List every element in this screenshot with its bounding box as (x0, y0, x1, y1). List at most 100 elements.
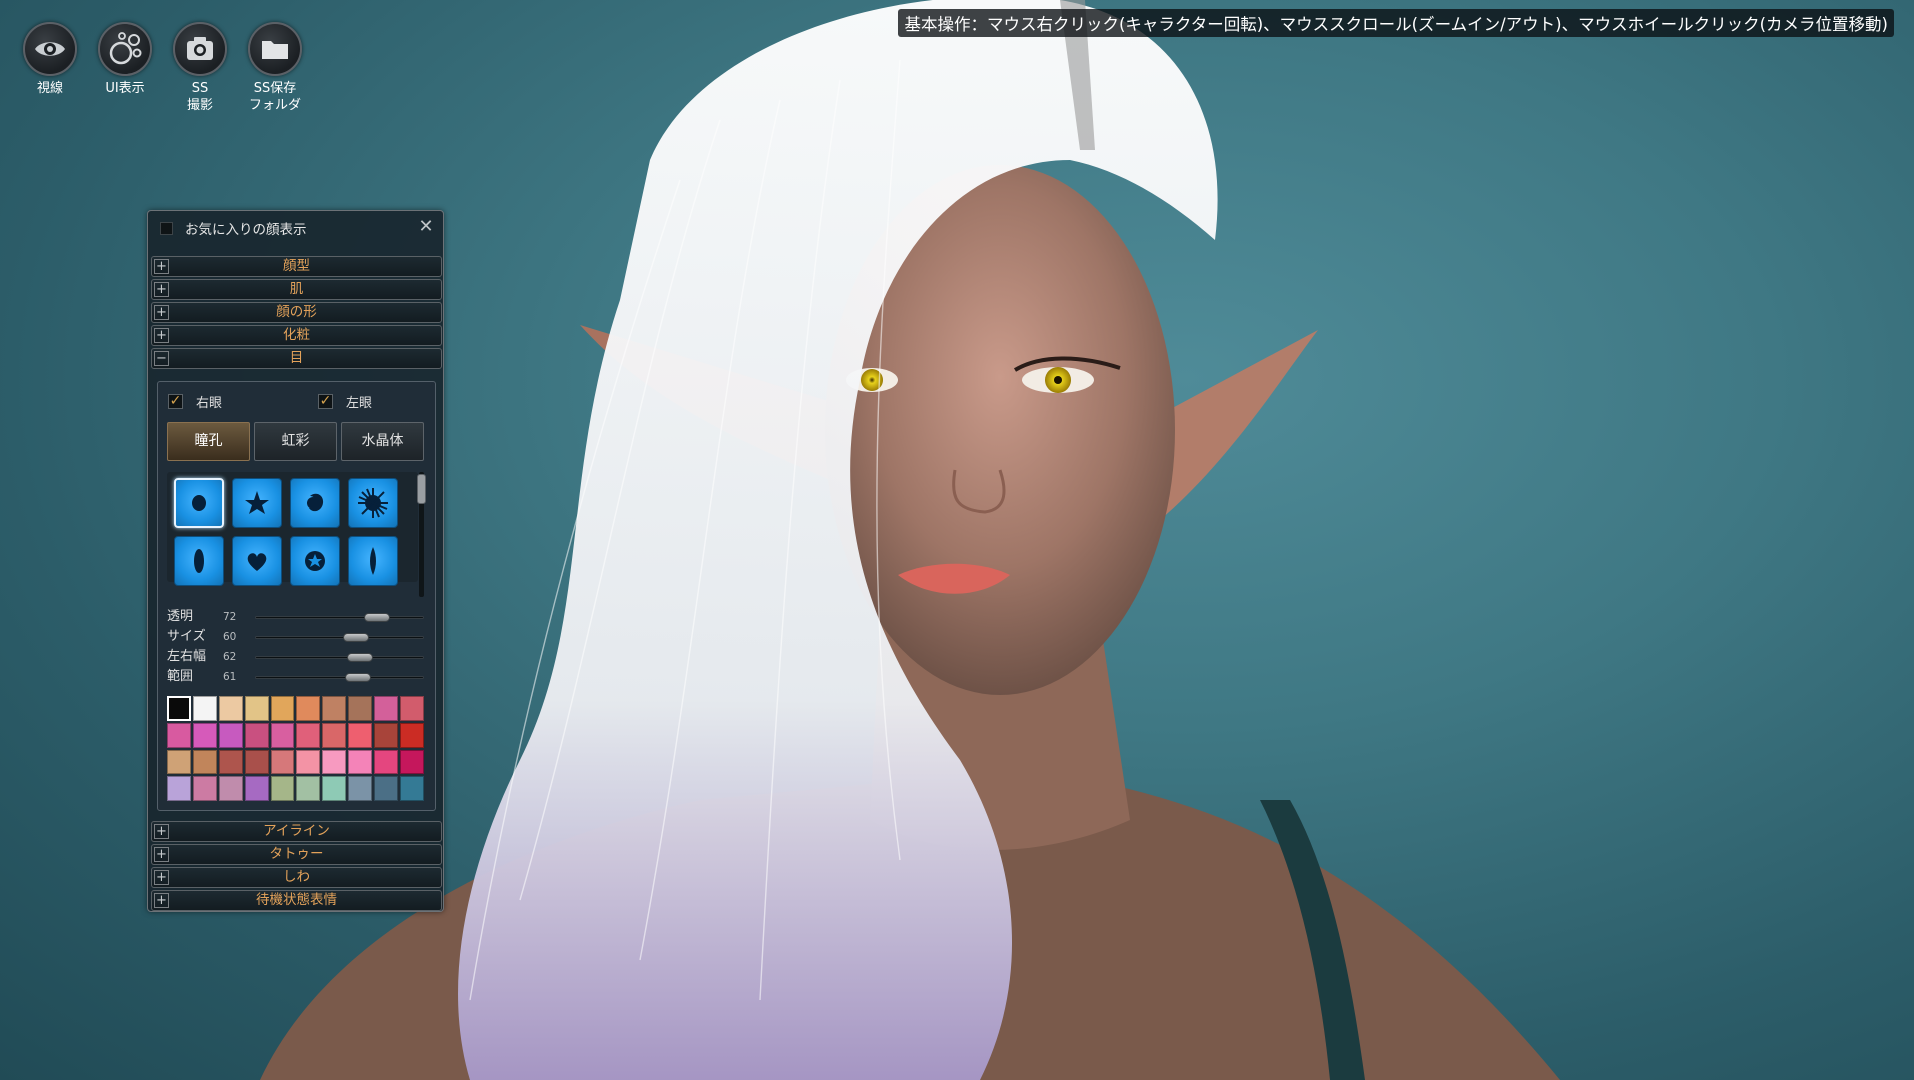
crescent-pupil-icon (307, 493, 324, 512)
section-label: 顔型 (283, 258, 310, 274)
color-swatch[interactable] (374, 776, 399, 801)
slider-handle[interactable] (345, 673, 372, 682)
slider-value: 61 (223, 671, 237, 683)
color-swatch[interactable] (400, 722, 424, 748)
color-swatch[interactable] (270, 722, 295, 748)
pupil-shape-grid (167, 472, 418, 586)
slider-track[interactable] (255, 656, 424, 659)
color-swatch[interactable] (192, 776, 217, 801)
favorite-face-checkbox[interactable] (160, 221, 173, 235)
left-eye-label: 左眼 (346, 396, 373, 411)
color-swatch[interactable] (270, 776, 295, 801)
color-swatch[interactable] (400, 749, 424, 775)
pupil-shape-option[interactable] (348, 478, 398, 528)
color-swatch[interactable] (348, 722, 373, 748)
left-eye-checkbox[interactable]: ✓ 左眼 (318, 392, 372, 411)
color-swatch[interactable] (322, 749, 347, 775)
color-swatch[interactable] (244, 722, 269, 748)
color-swatch[interactable] (167, 696, 191, 721)
color-swatch[interactable] (244, 776, 269, 801)
color-swatch[interactable] (374, 749, 399, 775)
color-swatch[interactable] (374, 722, 399, 748)
pupil-grid-scrollbar[interactable] (417, 472, 426, 597)
slider-value: 62 (223, 651, 237, 663)
color-swatch[interactable] (244, 749, 269, 775)
pupil-shape-option[interactable] (174, 536, 224, 586)
color-swatch[interactable] (322, 776, 347, 801)
color-swatch[interactable] (348, 776, 373, 801)
section-header[interactable]: + 肌 (151, 279, 442, 300)
pupil-shape-option[interactable] (232, 536, 282, 586)
color-swatch[interactable] (167, 776, 191, 801)
section-label: しわ (283, 869, 310, 885)
color-swatch[interactable] (348, 749, 373, 775)
color-swatch[interactable] (296, 696, 321, 721)
slider-track[interactable] (255, 636, 424, 639)
right-eye-checkbox[interactable]: ✓ 右眼 (168, 392, 222, 411)
pupil-shape-option[interactable] (174, 478, 224, 528)
slider-row: 左右幅 62 (167, 649, 432, 665)
color-swatch[interactable] (400, 696, 424, 721)
slider-handle[interactable] (343, 633, 370, 642)
color-swatch[interactable] (244, 696, 269, 721)
color-swatch[interactable] (374, 696, 399, 721)
bubbles-icon (109, 32, 142, 65)
section-label: アイライン (263, 823, 330, 839)
ui-toggle-button[interactable]: UI表示 (97, 22, 153, 114)
color-swatch[interactable] (296, 749, 321, 775)
gaze-label: 視線 (36, 81, 63, 96)
color-swatch[interactable] (192, 696, 217, 721)
color-swatch[interactable] (270, 696, 295, 721)
color-swatch[interactable] (218, 776, 243, 801)
tab-iris[interactable]: 虹彩 (254, 422, 337, 461)
camera-icon (187, 37, 213, 60)
section-header[interactable]: + タトゥー (151, 844, 442, 865)
slider-handle[interactable] (346, 653, 373, 662)
tab-pupil[interactable]: 瞳孔 (167, 422, 250, 461)
slider-label: 左右幅 (167, 649, 207, 664)
color-swatch[interactable] (192, 749, 217, 775)
slider-row: 透明 72 (167, 609, 432, 625)
color-swatch[interactable] (218, 749, 243, 775)
section-header[interactable]: + 待機状態表情 (151, 890, 442, 911)
color-swatch[interactable] (218, 696, 243, 721)
pupil-shape-option[interactable] (348, 536, 398, 586)
section-header[interactable]: + しわ (151, 867, 442, 888)
pupil-shape-option[interactable] (232, 478, 282, 528)
screenshot-button[interactable]: SS 撮影 (172, 22, 228, 114)
color-swatch[interactable] (192, 722, 217, 748)
slider-track[interactable] (255, 616, 424, 619)
section-header[interactable]: + 顔の形 (151, 302, 442, 323)
section-header[interactable]: + 化粧 (151, 325, 442, 346)
color-swatch[interactable] (348, 696, 373, 721)
section-header[interactable]: + アイライン (151, 821, 442, 842)
color-swatch[interactable] (400, 776, 424, 801)
pupil-shape-option[interactable] (290, 536, 340, 586)
panel-header: お気に入りの顔表示 ✕ (148, 211, 443, 245)
close-button[interactable]: ✕ (417, 218, 435, 236)
panel-title: お気に入りの顔表示 (185, 222, 307, 238)
gaze-button[interactable]: 視線 (22, 22, 78, 114)
color-swatch[interactable] (167, 722, 191, 748)
color-swatch[interactable] (322, 722, 347, 748)
section-label: 肌 (289, 281, 304, 297)
pupil-shape-option[interactable] (290, 478, 340, 528)
color-swatch[interactable] (322, 696, 347, 721)
scroll-thumb[interactable] (417, 474, 426, 504)
slider-handle[interactable] (363, 613, 390, 622)
color-swatch[interactable] (167, 749, 191, 775)
color-swatch[interactable] (270, 749, 295, 775)
color-swatch[interactable] (296, 722, 321, 748)
section-label: 目 (289, 350, 304, 366)
tab-lens[interactable]: 水晶体 (341, 422, 424, 461)
screenshot-folder-button[interactable]: SS保存 フォルダ (247, 22, 303, 114)
eye-editor: ✓ 右眼 ✓ 左眼 瞳孔 虹彩 水晶体 透明 72 サイズ 60 左右幅 62 範囲 61 (157, 381, 436, 811)
color-swatch[interactable] (218, 722, 243, 748)
section-header[interactable]: + 顔型 (151, 256, 442, 277)
color-swatch[interactable] (296, 776, 321, 801)
slider-track[interactable] (255, 676, 424, 679)
section-header[interactable]: − 目 (151, 348, 442, 369)
section-label: タトゥー (269, 846, 324, 862)
round-pupil-icon (192, 495, 206, 511)
section-label: 顔の形 (276, 304, 317, 320)
